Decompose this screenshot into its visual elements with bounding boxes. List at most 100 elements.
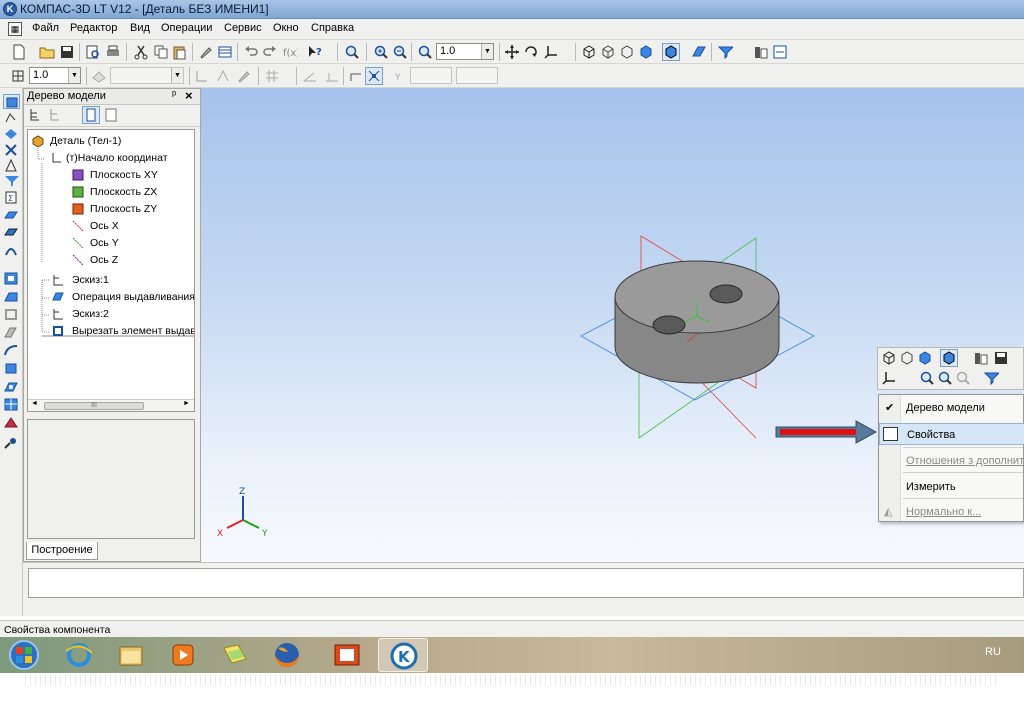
tree-item-sketch-1[interactable]: Эскиз:1 <box>72 274 109 286</box>
tree-view-mode-icon[interactable] <box>82 106 100 124</box>
menu-item-properties[interactable]: Свойства <box>879 423 1024 445</box>
edit-details-icon[interactable] <box>3 94 20 109</box>
coord-y-field[interactable] <box>456 67 498 84</box>
tree-item-plane-xy[interactable]: Плоскость XY <box>90 169 158 181</box>
mirror-icon[interactable] <box>3 415 20 430</box>
zoom-previous-icon[interactable] <box>954 369 972 387</box>
menu-help[interactable]: Справка <box>311 22 354 34</box>
cut-icon[interactable] <box>132 43 150 61</box>
library-icon[interactable] <box>972 349 990 367</box>
filter-icon[interactable] <box>716 43 734 61</box>
orientation-icon[interactable] <box>880 369 898 387</box>
shell-icon[interactable] <box>3 307 20 322</box>
save-icon[interactable] <box>58 43 76 61</box>
internet-explorer-icon[interactable] <box>54 638 104 672</box>
menu-service[interactable]: Сервис <box>224 22 262 34</box>
file-explorer-icon[interactable] <box>106 638 156 672</box>
properties-field[interactable] <box>28 568 1024 598</box>
chamfer-icon[interactable] <box>3 361 20 376</box>
tree-show-icon[interactable] <box>102 106 120 124</box>
powerpoint-icon[interactable] <box>322 638 372 672</box>
library-icon[interactable] <box>752 43 770 61</box>
spec-icon[interactable]: Σ <box>3 190 20 205</box>
redo-icon[interactable] <box>261 43 279 61</box>
zoom-in-icon[interactable] <box>918 369 936 387</box>
language-indicator[interactable]: RU <box>985 646 1001 658</box>
paste-icon[interactable] <box>170 43 188 61</box>
snap-point-icon[interactable] <box>323 67 341 85</box>
snap-active-icon[interactable] <box>365 67 383 85</box>
snap-angle-icon[interactable] <box>301 67 319 85</box>
print-preview-icon[interactable] <box>84 43 102 61</box>
print-icon[interactable] <box>104 43 122 61</box>
pan-icon[interactable] <box>503 43 521 61</box>
tree-by-order-icon[interactable] <box>26 106 44 124</box>
menu-editor[interactable]: Редактор <box>70 22 117 34</box>
tree-item-axis-y[interactable]: Ось Y <box>90 237 119 249</box>
thin-lines-icon[interactable] <box>618 43 636 61</box>
tree-by-structure-icon[interactable] <box>46 106 64 124</box>
pattern-icon[interactable] <box>3 397 20 412</box>
tree-item-plane-zx[interactable]: Плоскость ZX <box>90 186 157 198</box>
menu-item-measure[interactable]: Измерить <box>879 476 1024 498</box>
tree-item-sketch-2[interactable]: Эскиз:2 <box>72 308 109 320</box>
document-icon[interactable]: ▦ <box>8 22 22 36</box>
copy-icon[interactable] <box>152 43 170 61</box>
firefox-icon[interactable] <box>262 638 312 672</box>
kompas-taskbar-icon[interactable]: K <box>378 638 428 672</box>
orientation-icon[interactable] <box>542 43 560 61</box>
menu-item-model-tree[interactable]: ✔ Дерево модели <box>879 397 1024 419</box>
chevron-down-icon[interactable]: ▼ <box>171 68 183 83</box>
scroll-right-icon[interactable]: ► <box>183 400 190 407</box>
round-icon[interactable] <box>347 67 365 85</box>
cut-extrude-icon[interactable] <box>3 271 20 286</box>
table-icon[interactable] <box>216 43 234 61</box>
manager-icon[interactable] <box>771 43 789 61</box>
layer-combo[interactable]: ▼ <box>110 67 184 84</box>
zoom-scale-combo[interactable]: 1.0 ▼ <box>436 43 494 60</box>
scroll-thumb[interactable]: III <box>44 402 144 410</box>
step-combo[interactable]: 1.0 ▼ <box>29 67 81 84</box>
kinematic-icon[interactable] <box>3 243 20 258</box>
save-icon[interactable] <box>992 349 1010 367</box>
close-icon[interactable]: × <box>185 88 193 103</box>
media-player-icon[interactable] <box>158 638 208 672</box>
rib-icon[interactable] <box>3 325 20 340</box>
properties-brush-icon[interactable] <box>197 43 215 61</box>
sticky-notes-icon[interactable] <box>210 638 260 672</box>
tree-item-plane-zy[interactable]: Плоскость ZY <box>90 203 157 215</box>
start-orb-icon[interactable] <box>2 638 52 672</box>
parameters-icon[interactable] <box>235 67 253 85</box>
menu-item-relations[interactable]: Отношения з дополнит <box>879 450 1024 472</box>
open-icon[interactable] <box>38 43 56 61</box>
filter-icon[interactable] <box>982 369 1000 387</box>
menu-item-normal-to[interactable]: ◭ Нормально к... <box>879 501 1024 523</box>
hole-icon[interactable] <box>3 379 20 394</box>
layer-icon[interactable] <box>90 67 108 85</box>
zoom-out-icon[interactable] <box>391 43 409 61</box>
grid-icon[interactable] <box>263 67 281 85</box>
tree-item-axis-x[interactable]: Ось X <box>90 220 119 232</box>
menu-operations[interactable]: Операции <box>161 22 212 34</box>
tree-item-part[interactable]: Деталь (Тел-1) <box>50 135 121 147</box>
measure-icon[interactable] <box>3 158 20 173</box>
model-tree[interactable]: Деталь (Тел-1) (т)Начало координат Плоск… <box>27 129 195 412</box>
shaded-icon[interactable] <box>637 43 655 61</box>
menu-window[interactable]: Окно <box>273 22 299 34</box>
tree-item-origin[interactable]: (т)Начало координат <box>66 152 168 164</box>
orthogonal-icon[interactable] <box>214 67 232 85</box>
cut-rotate-icon[interactable] <box>3 289 20 304</box>
new-document-icon[interactable] <box>10 43 28 61</box>
zoom-out-icon[interactable] <box>936 369 954 387</box>
dimensions-icon[interactable] <box>3 126 20 141</box>
designations-icon[interactable] <box>3 142 20 157</box>
help-pointer-icon[interactable]: ? <box>305 43 323 61</box>
rotation-op-icon[interactable] <box>3 225 20 240</box>
menu-view[interactable]: Вид <box>130 22 150 34</box>
attributes-icon[interactable] <box>3 435 20 450</box>
shaded-edges-icon[interactable] <box>940 349 958 367</box>
menu-file[interactable]: Файл <box>32 22 59 34</box>
shaded-icon[interactable] <box>916 349 934 367</box>
fillet-icon[interactable] <box>3 343 20 358</box>
hidden-lines-icon[interactable] <box>898 349 916 367</box>
